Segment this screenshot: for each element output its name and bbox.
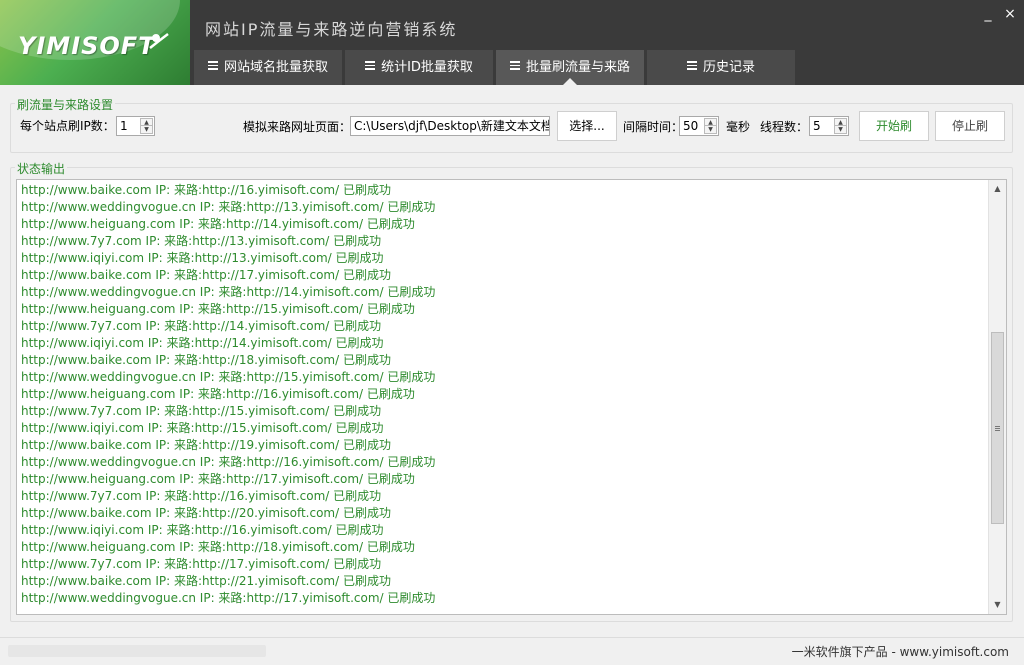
interval-stepper[interactable]: 50 ▲ ▼ — [679, 116, 719, 136]
log-lines: http://www.baike.com IP: 来路:http://16.yi… — [21, 182, 986, 607]
app-title: 网站IP流量与来路逆向营销系统 — [205, 20, 458, 39]
scroll-thumb[interactable] — [991, 332, 1004, 524]
status-group-title: 状态输出 — [15, 160, 68, 177]
log-line: http://www.7y7.com IP: 来路:http://17.yimi… — [21, 557, 382, 571]
threads-stepper[interactable]: 5 ▲ ▼ — [809, 116, 849, 136]
logo-swoosh-icon — [149, 33, 169, 49]
per-site-ip-stepper[interactable]: 1 ▲ ▼ — [116, 116, 155, 136]
close-button[interactable]: × — [1000, 6, 1020, 22]
threads-label: 线程数： — [760, 120, 809, 134]
stepper-arrows[interactable]: ▲ ▼ — [704, 118, 717, 134]
logo-text: YIMISOFT — [18, 32, 156, 60]
active-tab-indicator — [563, 78, 577, 85]
log-line: http://www.baike.com IP: 来路:http://17.yi… — [21, 268, 391, 282]
scroll-up-icon[interactable]: ▲ — [989, 181, 1006, 197]
status-log[interactable]: http://www.baike.com IP: 来路:http://16.yi… — [16, 179, 1007, 615]
stop-button[interactable]: 停止刷 — [935, 111, 1005, 141]
interval-label: 间隔时间： — [623, 120, 684, 134]
menu-icon — [509, 59, 520, 72]
stepper-down-icon[interactable]: ▼ — [141, 126, 152, 133]
tab-label: 批量刷流量与来路 — [525, 60, 630, 75]
log-line: http://www.iqiyi.com IP: 来路:http://15.yi… — [21, 421, 384, 435]
title-bar: YIMISOFT 网站IP流量与来路逆向营销系统 _ × 网站域名批量获取 统计… — [0, 0, 1024, 85]
tab-domain-fetch[interactable]: 网站域名批量获取 — [194, 50, 342, 85]
menu-icon — [207, 59, 218, 72]
log-line: http://www.weddingvogue.cn IP: 来路:http:/… — [21, 591, 436, 605]
log-line: http://www.7y7.com IP: 来路:http://15.yimi… — [21, 404, 382, 418]
tab-label: 历史记录 — [702, 60, 755, 75]
referer-page-label: 模拟来路网址页面： — [243, 120, 352, 134]
log-line: http://www.baike.com IP: 来路:http://20.yi… — [21, 506, 391, 520]
tab-stat-id-fetch[interactable]: 统计ID批量获取 — [345, 50, 493, 85]
stepper-up-icon[interactable]: ▲ — [141, 119, 152, 126]
log-line: http://www.baike.com IP: 来路:http://19.yi… — [21, 438, 391, 452]
footer-credit: 一米软件旗下产品 - www.yimisoft.com — [791, 645, 1009, 659]
per-site-ip-value: 1 — [120, 119, 128, 133]
stepper-arrows[interactable]: ▲ ▼ — [834, 118, 847, 134]
log-line: http://www.iqiyi.com IP: 来路:http://13.yi… — [21, 251, 384, 265]
menu-icon — [365, 59, 376, 72]
tab-label: 网站域名批量获取 — [223, 60, 328, 75]
scroll-grip-icon — [995, 426, 1000, 432]
footer-status-bar — [8, 645, 266, 657]
log-line: http://www.iqiyi.com IP: 来路:http://14.yi… — [21, 336, 384, 350]
log-line: http://www.7y7.com IP: 来路:http://14.yimi… — [21, 319, 382, 333]
log-line: http://www.weddingvogue.cn IP: 来路:http:/… — [21, 370, 436, 384]
stepper-up-icon[interactable]: ▲ — [705, 119, 716, 126]
scroll-down-icon[interactable]: ▼ — [989, 597, 1006, 613]
stepper-arrows[interactable]: ▲ ▼ — [140, 118, 153, 134]
log-line: http://www.baike.com IP: 来路:http://16.yi… — [21, 183, 391, 197]
menu-icon — [686, 59, 697, 72]
logo: YIMISOFT — [0, 0, 190, 85]
log-line: http://www.7y7.com IP: 来路:http://13.yimi… — [21, 234, 382, 248]
tab-label: 统计ID批量获取 — [381, 60, 473, 75]
log-line: http://www.iqiyi.com IP: 来路:http://16.yi… — [21, 523, 384, 537]
log-line: http://www.heiguang.com IP: 来路:http://18… — [21, 540, 415, 554]
log-line: http://www.heiguang.com IP: 来路:http://14… — [21, 217, 415, 231]
log-line: http://www.7y7.com IP: 来路:http://16.yimi… — [21, 489, 382, 503]
log-line: http://www.weddingvogue.cn IP: 来路:http:/… — [21, 200, 436, 214]
start-button[interactable]: 开始刷 — [859, 111, 929, 141]
minimize-button[interactable]: _ — [978, 6, 998, 22]
stepper-up-icon[interactable]: ▲ — [835, 119, 846, 126]
choose-file-button[interactable]: 选择... — [557, 111, 617, 141]
tab-history[interactable]: 历史记录 — [647, 50, 795, 85]
settings-group-title: 刷流量与来路设置 — [15, 96, 116, 113]
interval-value: 50 — [683, 119, 699, 133]
log-scrollbar[interactable]: ▲ ▼ — [988, 180, 1006, 614]
footer-divider — [0, 637, 1024, 638]
referer-path-input[interactable]: C:\Users\djf\Desktop\新建文本文档.txt — [350, 116, 550, 136]
stepper-down-icon[interactable]: ▼ — [835, 126, 846, 133]
threads-value: 5 — [813, 119, 821, 133]
log-line: http://www.baike.com IP: 来路:http://21.yi… — [21, 574, 391, 588]
log-line: http://www.weddingvogue.cn IP: 来路:http:/… — [21, 285, 436, 299]
log-line: http://www.heiguang.com IP: 来路:http://15… — [21, 302, 415, 316]
log-line: http://www.weddingvogue.cn IP: 来路:http:/… — [21, 455, 436, 469]
stepper-down-icon[interactable]: ▼ — [705, 126, 716, 133]
log-line: http://www.heiguang.com IP: 来路:http://16… — [21, 387, 415, 401]
log-line: http://www.heiguang.com IP: 来路:http://17… — [21, 472, 415, 486]
per-site-ip-label: 每个站点刷IP数： — [20, 119, 115, 133]
log-line: http://www.baike.com IP: 来路:http://18.yi… — [21, 353, 391, 367]
tab-batch-traffic[interactable]: 批量刷流量与来路 — [496, 50, 644, 85]
interval-unit: 毫秒 — [726, 120, 751, 134]
